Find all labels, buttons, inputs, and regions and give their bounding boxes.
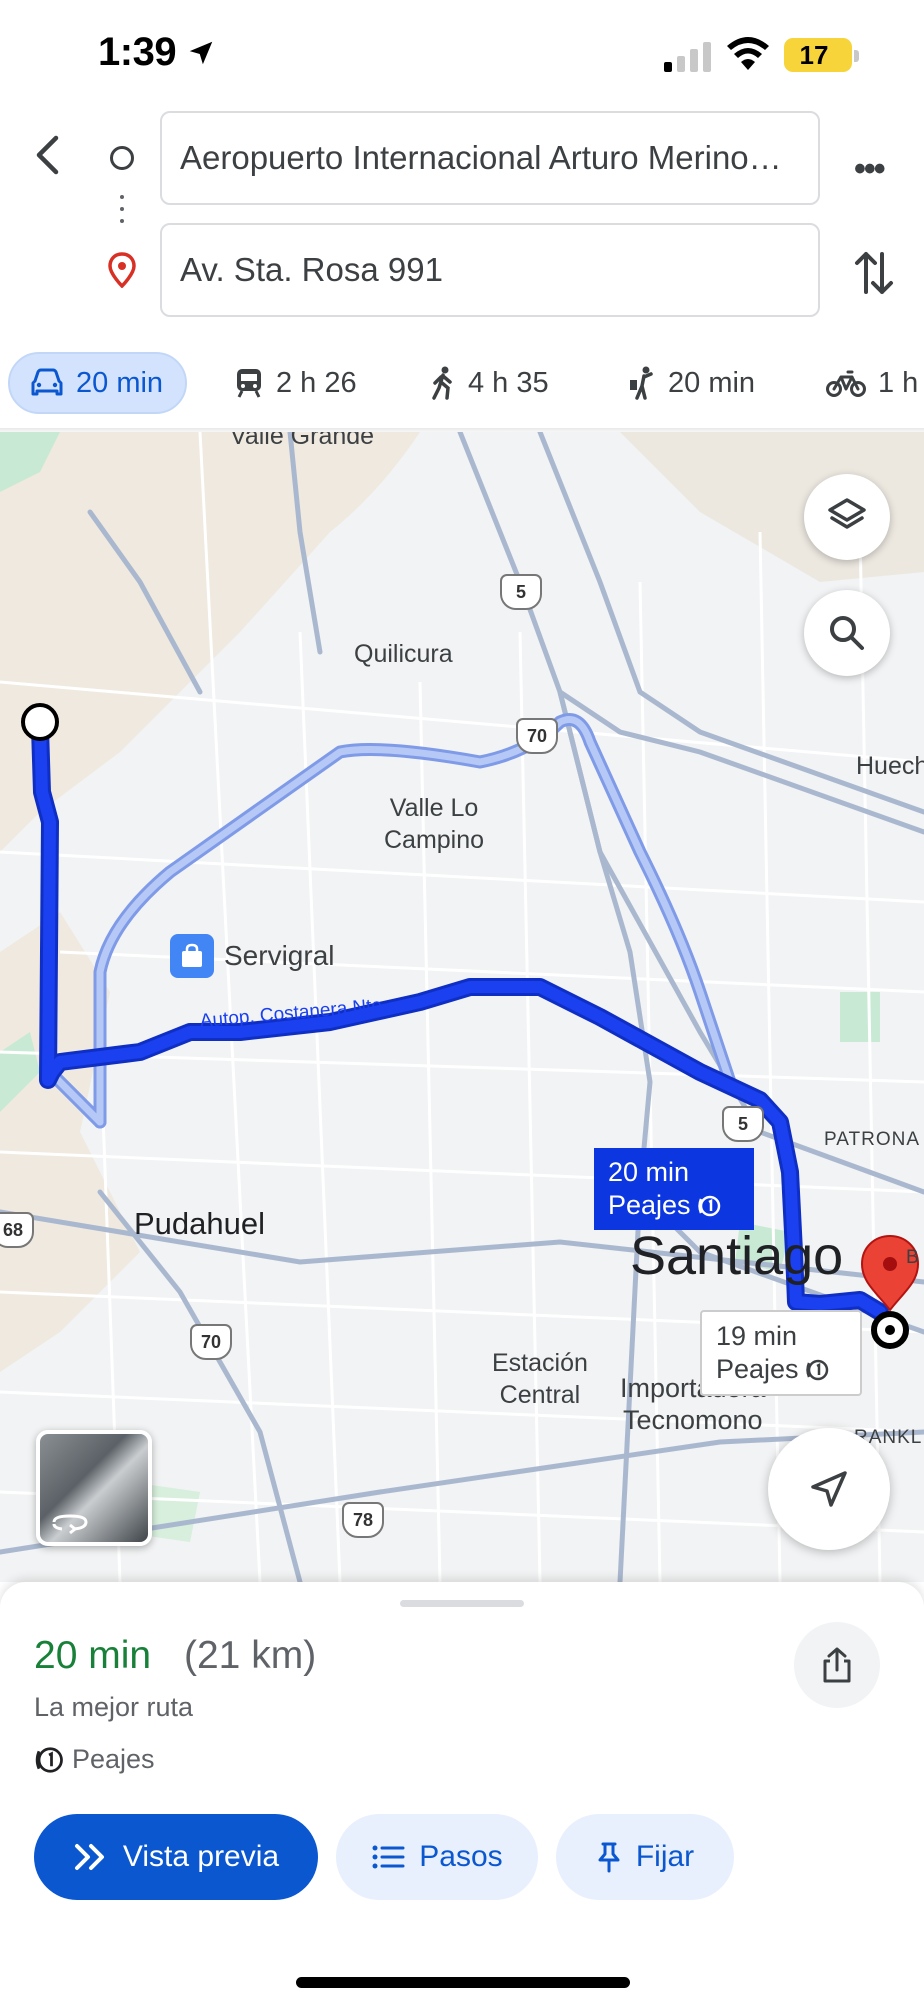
map-label-huechuraba: Huech [856,752,924,780]
tab-walking[interactable]: 4 h 35 [430,352,549,414]
battery-indicator: 17 [784,38,852,72]
route-toll-info: Peajes [34,1744,155,1775]
highway-shield: 5 [722,1106,764,1142]
map-label-b: B [906,1247,920,1268]
poi-servigral[interactable]: Servigral [170,934,334,978]
map-label-valle-lo-campino: Valle Lo Campino [384,794,485,854]
map-label-valle-grande: Valle Grande [230,432,375,450]
search-along-route-button[interactable] [804,590,890,676]
tab-driving-label: 20 min [76,366,164,399]
shopping-bag-icon [170,934,214,978]
car-icon [31,368,63,396]
tab-transit[interactable]: 2 h 26 [234,352,357,414]
callout-primary-time: 20 min [608,1157,690,1187]
map-label-patronato: PATRONA [824,1129,921,1150]
tab-transit-label: 2 h 26 [276,366,357,399]
share-button[interactable] [794,1622,880,1708]
steps-button[interactable]: Pasos [336,1814,538,1900]
travel-mode-tabs: 20 min 2 h 26 4 h 35 20 min 1 h [0,352,924,422]
highway-shield: 78 [342,1502,384,1538]
status-bar: 1:39 17 [0,0,924,105]
origin-input[interactable]: Aeropuerto Internacional Arturo Merino… [160,111,820,205]
map-label-estacion-central: Estación Central [492,1349,588,1409]
callout-alt-toll: Peajes [716,1354,799,1384]
preview-button[interactable]: Vista previa [34,1814,318,1900]
highway-shield: 5 [500,574,542,610]
list-icon [372,1845,405,1869]
walk-icon [432,366,452,400]
callout-primary-toll: Peajes [608,1190,691,1220]
bike-icon [826,370,866,397]
location-arrow-icon [189,41,213,65]
highway-shield: 70 [190,1324,232,1360]
route-toll-label: Peajes [72,1744,155,1774]
route-callout-alternative[interactable]: 19 min Peajes [700,1310,862,1396]
destination-input[interactable]: Av. Sta. Rosa 991 [160,223,820,317]
share-icon [823,1647,851,1683]
tab-cycling[interactable]: 1 h [826,352,918,414]
navigation-arrow-icon [811,1471,847,1507]
tab-rideshare-label: 20 min [668,366,756,399]
callout-alt-time: 19 min [716,1321,798,1351]
destination-pin-icon [108,252,136,288]
rideshare-icon [630,366,653,400]
rotate-360-icon [52,1514,88,1535]
map-label-pudahuel: Pudahuel [134,1206,266,1241]
back-icon[interactable] [24,130,74,180]
pin-icon [598,1842,620,1873]
map-canvas [0,432,924,1582]
map-label-quilicura: Quilicura [354,640,453,668]
map-view[interactable]: Valle Grande Quilicura Valle Lo Campino … [0,432,924,1582]
steps-button-label: Pasos [419,1840,503,1873]
origin-circle-icon [110,146,134,170]
signal-icon [664,42,711,72]
tab-cycling-label: 1 h [878,366,919,399]
map-label-santiago: Santiago [630,1226,844,1286]
toll-icon [805,1359,828,1380]
toll-icon [697,1195,720,1216]
tab-rideshare[interactable]: 20 min [626,352,755,414]
street-view-thumbnail[interactable] [36,1430,152,1546]
layers-icon [828,498,866,529]
sheet-drag-handle[interactable] [400,1600,524,1607]
status-time: 1:39 [98,30,177,74]
layers-button[interactable] [804,474,890,560]
route-subtitle: La mejor ruta [34,1692,194,1722]
pin-button-label: Fijar [635,1840,695,1873]
swap-icon[interactable] [852,248,896,298]
preview-button-label: Vista previa [122,1840,280,1873]
route-callout-primary[interactable]: 20 min Peajes [594,1148,754,1230]
highway-shield: 70 [516,718,558,754]
route-connector-dots [120,195,124,231]
route-duration: 20 min [34,1634,152,1677]
tab-walking-label: 4 h 35 [468,366,549,399]
wifi-icon [727,37,769,70]
toll-icon [35,1746,63,1773]
poi-servigral-label: Servigral [224,940,335,971]
home-indicator[interactable] [296,1977,630,1988]
more-options-icon[interactable]: ••• [854,150,886,189]
my-location-button[interactable] [768,1428,890,1550]
highway-shield: 68 [0,1212,34,1248]
search-icon [830,616,864,650]
battery-level: 17 [799,40,829,70]
route-distance: (21 km) [184,1634,317,1677]
tab-driving[interactable]: 20 min [8,352,188,414]
battery-tip [854,50,859,62]
route-details-sheet: 20 min (21 km) La mejor ruta Peajes Vist… [0,1582,924,2000]
pin-button[interactable]: Fijar [556,1814,734,1900]
double-chevron-icon [74,1844,104,1870]
transit-icon [237,369,261,398]
